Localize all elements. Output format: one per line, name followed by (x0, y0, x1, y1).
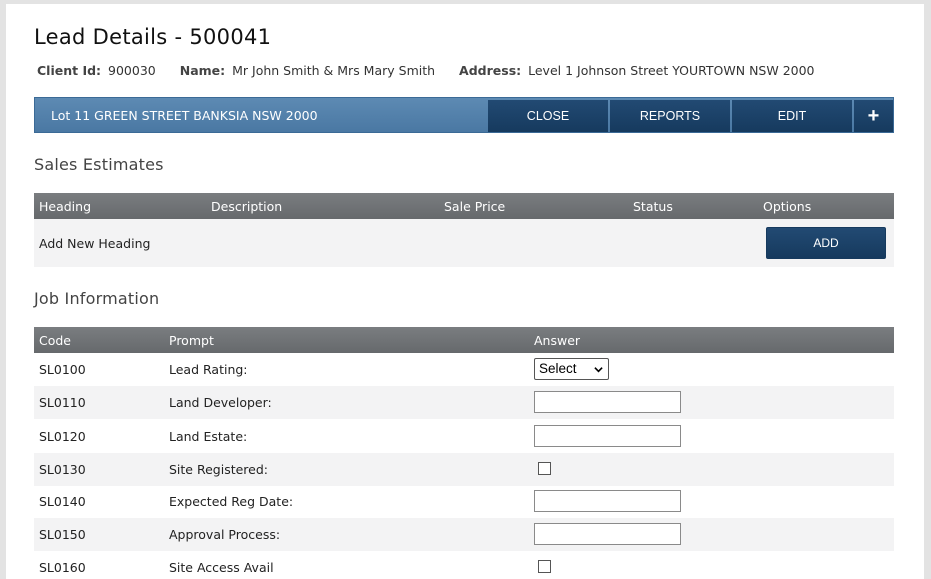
row-code: SL0100 (39, 362, 86, 377)
row-code: SL0130 (39, 462, 86, 477)
row-prompt: Land Estate: (169, 429, 248, 444)
table-row: SL0150 Approval Process: (34, 518, 894, 551)
reports-button[interactable]: REPORTS (610, 100, 730, 132)
client-name-value: Mr John Smith & Mrs Mary Smith (232, 63, 436, 78)
lot-address-label: Lot 11 GREEN STREET BANKSIA NSW 2000 (51, 108, 318, 123)
row-answer (534, 490, 681, 512)
row-code: SL0120 (39, 429, 86, 444)
col-status: Status (633, 199, 673, 214)
row-prompt: Site Registered: (169, 462, 268, 477)
row-prompt: Site Access Avail (169, 560, 274, 575)
row-prompt: Approval Process: (169, 527, 281, 542)
job-information-header: Code Prompt Answer (34, 327, 894, 353)
sales-estimates-title: Sales Estimates (34, 155, 164, 174)
client-name-label: Name: (179, 63, 226, 78)
row-answer: Select (534, 358, 609, 380)
col-prompt: Prompt (169, 333, 214, 348)
land-estate-input[interactable] (534, 425, 681, 447)
add-plus-button[interactable]: + (854, 100, 893, 132)
row-code: SL0160 (39, 560, 86, 575)
col-sale-price: Sale Price (444, 199, 506, 214)
lead-rating-select[interactable]: Select (534, 358, 609, 380)
chevron-down-icon (594, 367, 603, 373)
select-value: Select (539, 361, 577, 376)
col-options: Options (763, 199, 812, 214)
client-info-line: Client Id: 900030 Name: Mr John Smith & … (37, 63, 835, 78)
row-answer (534, 458, 551, 475)
row-answer (534, 556, 551, 573)
table-row: SL0100 Lead Rating: Select (34, 353, 894, 386)
client-address-value: Level 1 Johnson Street YOURTOWN NSW 2000 (528, 63, 815, 78)
col-code: Code (39, 333, 72, 348)
row-answer (534, 523, 681, 545)
close-button[interactable]: CLOSE (488, 100, 608, 132)
row-code: SL0140 (39, 494, 86, 509)
lead-details-panel: Lead Details - 500041 Client Id: 900030 … (6, 4, 924, 579)
table-row: SL0120 Land Estate: (34, 420, 894, 453)
sales-estimates-header: Heading Description Sale Price Status Op… (34, 193, 894, 219)
job-information-title: Job Information (34, 289, 160, 308)
col-description: Description (211, 199, 283, 214)
table-row: SL0160 Site Access Avail (34, 551, 894, 579)
approval-process-input[interactable] (534, 523, 681, 545)
site-access-avail-checkbox[interactable] (538, 560, 551, 573)
col-heading: Heading (39, 199, 92, 214)
land-developer-input[interactable] (534, 391, 681, 413)
edit-button[interactable]: EDIT (732, 100, 852, 132)
expected-reg-date-input[interactable] (534, 490, 681, 512)
table-row: SL0140 Expected Reg Date: (34, 485, 894, 518)
row-code: SL0150 (39, 527, 86, 542)
client-address-label: Address: (459, 63, 522, 78)
plus-icon: + (867, 104, 880, 127)
client-id-label: Client Id: (37, 63, 102, 78)
row-prompt: Expected Reg Date: (169, 494, 294, 509)
add-new-heading-label: Add New Heading (39, 236, 151, 251)
row-answer (534, 425, 681, 447)
table-row: SL0110 Land Developer: (34, 386, 894, 419)
client-id-value: 900030 (108, 63, 156, 78)
row-prompt: Land Developer: (169, 395, 272, 410)
site-registered-checkbox[interactable] (538, 462, 551, 475)
add-heading-row: Add New Heading ADD (34, 219, 894, 267)
add-heading-button[interactable]: ADD (766, 227, 886, 259)
table-row: SL0130 Site Registered: (34, 453, 894, 486)
col-answer: Answer (534, 333, 581, 348)
row-code: SL0110 (39, 395, 86, 410)
page-title: Lead Details - 500041 (34, 25, 272, 49)
lot-toolbar: Lot 11 GREEN STREET BANKSIA NSW 2000 CLO… (34, 97, 894, 133)
row-answer (534, 391, 681, 413)
row-prompt: Lead Rating: (169, 362, 248, 377)
